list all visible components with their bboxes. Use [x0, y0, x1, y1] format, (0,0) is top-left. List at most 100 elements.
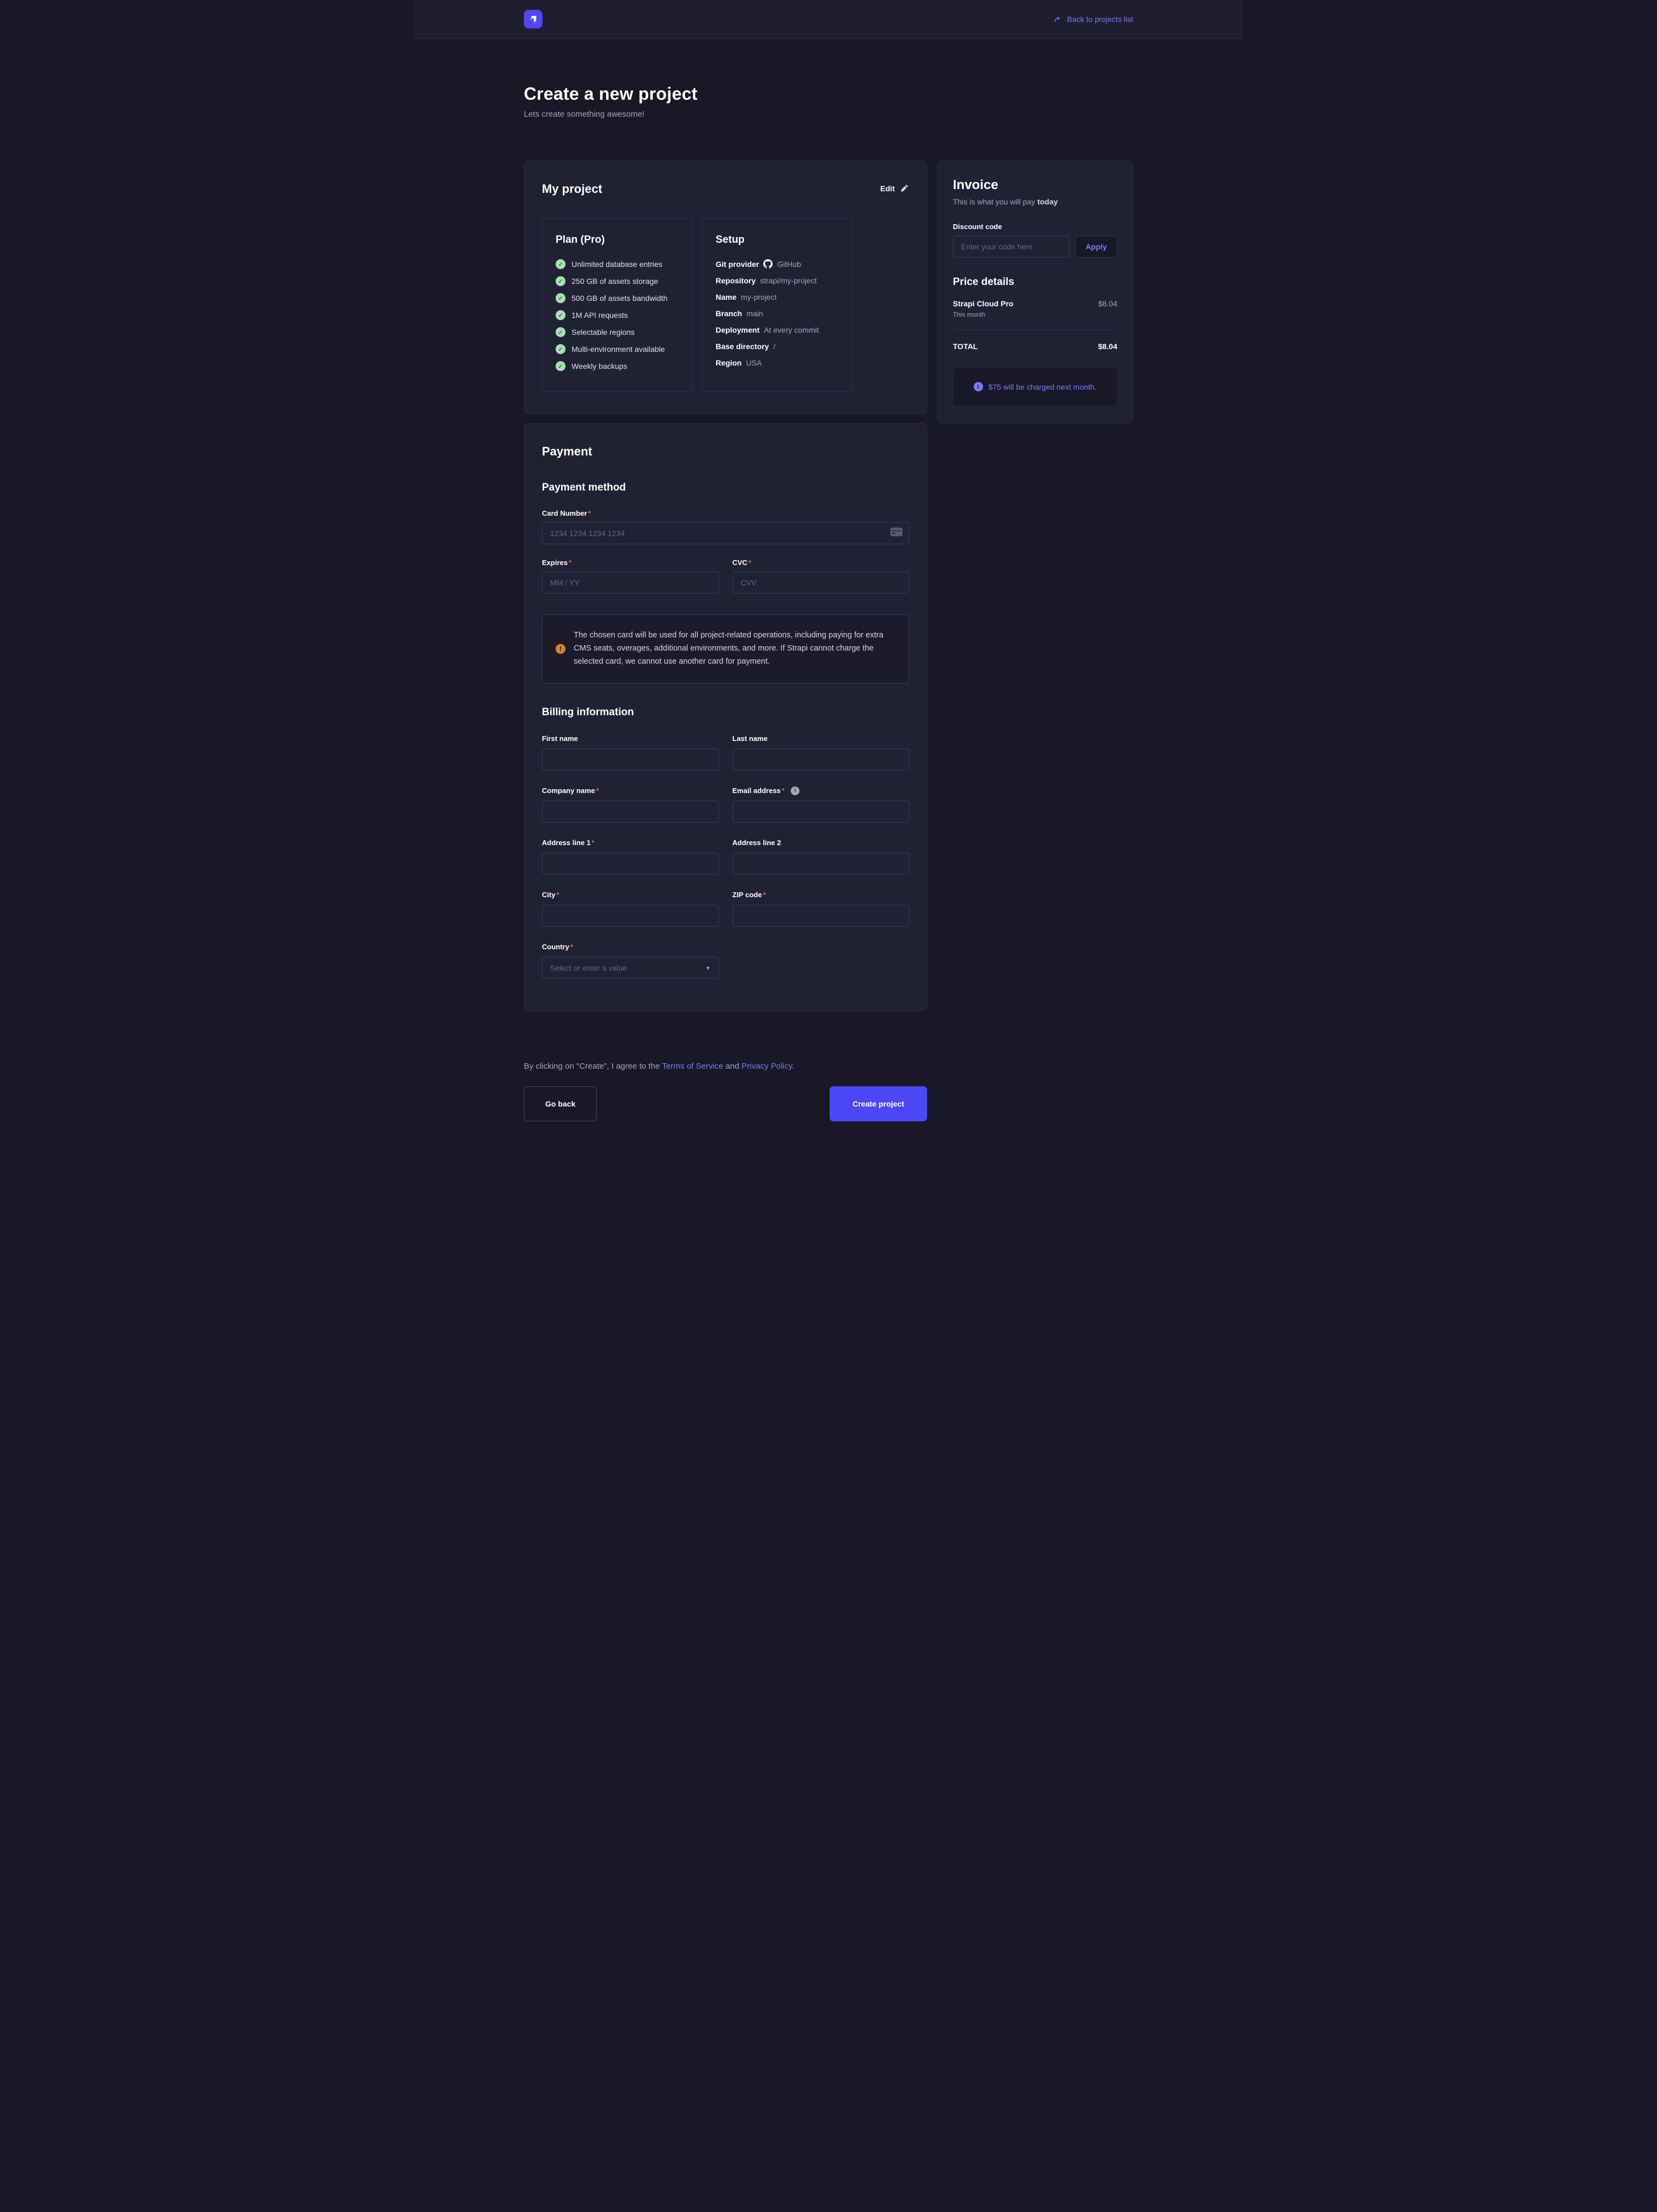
setup-row-region: Region USA [716, 358, 838, 367]
plan-feature-label: Weekly backups [572, 362, 627, 370]
first-name-input[interactable] [542, 749, 719, 771]
setup-label: Region [716, 358, 741, 367]
plan-feature: 1M API requests [556, 310, 678, 320]
setup-row-repository: Repository strapi/my-project [716, 276, 838, 285]
setup-label: Base directory [716, 342, 769, 351]
cvc-input[interactable] [733, 572, 910, 594]
page-subtitle: Lets create something awesome! [524, 110, 1133, 119]
last-name-input[interactable] [733, 749, 910, 771]
check-icon [556, 344, 565, 354]
setup-label: Name [716, 293, 736, 301]
line-item-period: This month [953, 311, 1013, 318]
discount-code-input[interactable] [953, 236, 1070, 258]
invoice-subtitle-bold: today [1037, 197, 1058, 206]
zip-code-input[interactable] [733, 905, 910, 927]
country-select[interactable]: Select or enter a value [542, 957, 719, 979]
setup-value: / [773, 342, 775, 351]
setup-value: main [746, 309, 763, 318]
payment-card: Payment Payment method Card Number [524, 423, 927, 1011]
country-label: Country [542, 943, 573, 951]
back-to-projects-link[interactable]: Back to projects list [1053, 15, 1133, 24]
setup-row-deployment: Deployment At every commit [716, 326, 838, 334]
address-line-1-input[interactable] [542, 853, 719, 875]
apply-discount-button[interactable]: Apply [1075, 236, 1117, 258]
page-footer: By clicking on "Create", I agree to the … [524, 1062, 927, 1198]
edit-button-label: Edit [881, 184, 895, 193]
setup-label: Deployment [716, 326, 759, 334]
setup-label: Branch [716, 309, 742, 318]
terms-of-service-link[interactable]: Terms of Service [662, 1062, 723, 1071]
privacy-policy-link[interactable]: Privacy Policy [741, 1062, 792, 1071]
credit-card-icon [890, 528, 902, 539]
setup-row-name: Name my-project [716, 293, 838, 301]
cvc-label: CVC [733, 558, 752, 567]
billing-information-title: Billing information [542, 706, 909, 719]
line-item-name: Strapi Cloud Pro [953, 299, 1013, 308]
invoice-divider [953, 329, 1117, 330]
plan-feature-label: Unlimited database entries [572, 260, 662, 269]
price-line-item: Strapi Cloud Pro This month $8.04 [953, 299, 1117, 318]
check-icon [556, 259, 565, 269]
setup-value: GitHub [777, 260, 801, 269]
check-icon [556, 310, 565, 320]
page-title: Create a new project [524, 84, 1133, 104]
plan-feature: Selectable regions [556, 327, 678, 337]
plan-feature-label: 500 GB of assets bandwidth [572, 294, 667, 303]
company-name-input[interactable] [542, 801, 719, 823]
city-input[interactable] [542, 905, 719, 927]
payment-title: Payment [542, 444, 909, 459]
go-back-button[interactable]: Go back [524, 1086, 597, 1121]
plan-feature: Unlimited database entries [556, 259, 678, 269]
total-row: TOTAL $8.04 [953, 342, 1117, 351]
company-name-label: Company name [542, 786, 599, 795]
agreement-and: and [723, 1062, 741, 1071]
app-header: Back to projects list [414, 0, 1243, 39]
line-item-amount: $8.04 [1098, 299, 1117, 318]
discount-code-label: Discount code [953, 223, 1117, 231]
expires-input[interactable] [542, 572, 719, 594]
total-label: TOTAL [953, 342, 978, 351]
email-info-icon[interactable] [791, 786, 799, 795]
check-icon [556, 327, 565, 337]
back-arrow-icon [1053, 15, 1062, 24]
invoice-panel: Invoice This is what you will pay today … [937, 161, 1133, 423]
setup-value: At every commit [764, 326, 819, 334]
github-icon [763, 259, 773, 269]
plan-feature-label: Selectable regions [572, 328, 635, 337]
pencil-icon [900, 185, 908, 193]
create-project-button[interactable]: Create project [830, 1086, 927, 1121]
country-select-placeholder: Select or enter a value [550, 964, 627, 972]
setup-subcard: Setup Git provider GitHub Repository [702, 218, 852, 392]
invoice-title: Invoice [953, 178, 1117, 193]
agreement-prefix: By clicking on "Create", I agree to the [524, 1062, 662, 1071]
strapi-cloud-logo [524, 10, 542, 28]
plan-feature: Weekly backups [556, 361, 678, 371]
invoice-subtitle: This is what you will pay today [953, 197, 1117, 206]
card-number-label: Card Number [542, 509, 591, 517]
plan-feature-label: Multi-environment available [572, 345, 665, 354]
setup-row-base-directory: Base directory / [716, 342, 838, 351]
price-details-title: Price details [953, 276, 1117, 288]
email-address-input[interactable] [733, 801, 910, 823]
card-number-input[interactable] [542, 522, 909, 544]
invoice-subtitle-prefix: This is what you will pay [953, 197, 1037, 206]
address-line-2-input[interactable] [733, 853, 910, 875]
expires-label: Expires [542, 558, 572, 567]
plan-feature-label: 250 GB of assets storage [572, 277, 658, 286]
address-line-2-label: Address line 2 [733, 839, 781, 847]
setup-value: USA [746, 358, 762, 367]
agreement-period: . [792, 1062, 795, 1071]
back-link-label: Back to projects list [1067, 15, 1133, 24]
agreement-text: By clicking on "Create", I agree to the … [524, 1062, 927, 1071]
total-amount: $8.04 [1098, 342, 1117, 351]
setup-title: Setup [716, 234, 838, 246]
plan-feature-label: 1M API requests [572, 311, 628, 320]
city-label: City [542, 891, 559, 899]
first-name-label: First name [542, 734, 578, 743]
plan-feature: 500 GB of assets bandwidth [556, 293, 678, 303]
card-usage-notice: The chosen card will be used for all pro… [542, 614, 909, 683]
setup-label: Git provider [716, 260, 759, 269]
my-project-card: My project Edit Plan (Pro) Unlimited dat… [524, 161, 927, 414]
address-line-1-label: Address line 1 [542, 839, 595, 847]
edit-project-button[interactable]: Edit [881, 184, 908, 193]
